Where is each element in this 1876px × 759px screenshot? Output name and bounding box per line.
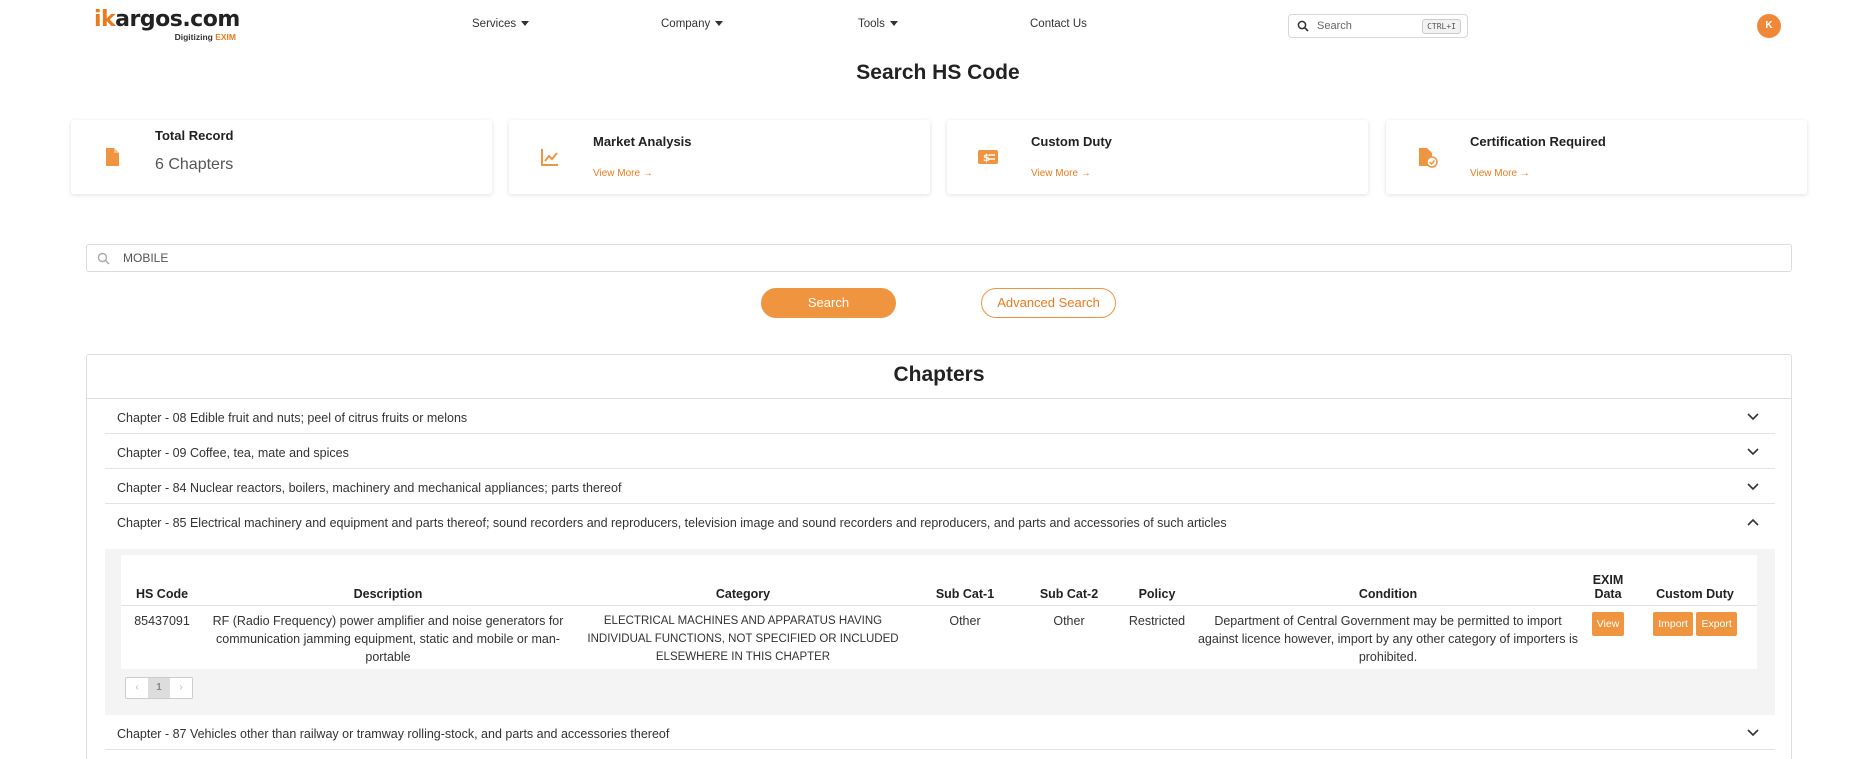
caret-down-icon [715, 21, 724, 27]
table-row: 85437091 RF (Radio Frequency) power ampl… [121, 605, 1757, 672]
cell-description: RF (Radio Frequency) power amplifier and… [212, 613, 564, 664]
chart-line-icon [541, 149, 558, 166]
export-button[interactable]: Export [1696, 611, 1737, 636]
chapter-title: Chapter - 08 Edible fruit and nuts; peel… [117, 411, 468, 425]
chapter-accordion-87[interactable]: Chapter - 87 Vehicles other than railway… [105, 715, 1775, 750]
logo-tagline-accent: EXIM [215, 32, 236, 42]
pagination-next-button[interactable]: › [170, 678, 192, 698]
table-header-row: HS Code Description Category Sub Cat-1 S… [121, 555, 1757, 606]
import-button[interactable]: Import [1653, 611, 1693, 636]
chapter-accordion-85[interactable]: Chapter - 85 Electrical machinery and eq… [105, 504, 1775, 539]
arrow-right-icon: → [1519, 168, 1530, 179]
caret-down-icon [889, 21, 898, 27]
card-title: Market Analysis [593, 134, 692, 149]
view-more-link[interactable]: View More → [1470, 168, 1530, 179]
page-title: Search HS Code [856, 61, 1020, 84]
cell-custom-duty: Import Export [1633, 605, 1757, 672]
view-more-link[interactable]: View More → [1031, 168, 1091, 179]
advanced-search-button[interactable]: Advanced Search [981, 288, 1116, 318]
card-total-record: Total Record 6 Chapters [71, 120, 492, 194]
card-certification-required[interactable]: Certification Required View More → [1386, 120, 1807, 194]
chapter-title: Chapter - 84 Nuclear reactors, boilers, … [117, 481, 622, 495]
brand-logo[interactable]: ikargos.com Digitizing EXIM [94, 8, 244, 44]
col-condition: Condition [1193, 555, 1583, 606]
col-sub-cat-2: Sub Cat-2 [1017, 555, 1121, 606]
arrow-right-icon: → [642, 168, 653, 179]
logo-name: argos.com [115, 7, 240, 32]
chapter-85-content: HS Code Description Category Sub Cat-1 S… [105, 549, 1775, 715]
top-navbar: ikargos.com Digitizing EXIM Services Com… [0, 0, 1876, 52]
chevron-down-icon [1747, 483, 1759, 491]
view-more-link[interactable]: View More → [593, 168, 653, 179]
svg-text:$: $ [983, 153, 990, 164]
chevron-down-icon [1747, 729, 1759, 737]
pagination-page-1[interactable]: 1 [148, 678, 170, 698]
pagination-prev-button[interactable]: ‹ [126, 678, 148, 698]
file-icon [106, 148, 119, 166]
chapter-title: Chapter - 09 Coffee, tea, mate and spice… [117, 446, 349, 460]
global-search-placeholder: Search [1317, 20, 1352, 32]
cell-hs-code: 85437091 [134, 613, 190, 628]
col-description: Description [203, 555, 573, 606]
search-icon [1297, 20, 1309, 32]
user-avatar[interactable]: K [1757, 14, 1781, 38]
chapter-title: Chapter - 85 Electrical machinery and eq… [117, 516, 1227, 530]
hs-code-table: HS Code Description Category Sub Cat-1 S… [121, 555, 1757, 669]
view-button[interactable]: View [1591, 611, 1625, 636]
chevron-down-icon [1747, 448, 1759, 456]
cell-category: ELECTRICAL MACHINES AND APPARATUS HAVING… [587, 614, 899, 663]
cell-policy: Restricted [1128, 613, 1186, 628]
nav-company[interactable]: Company [661, 18, 724, 30]
chevron-down-icon [1747, 413, 1759, 421]
hs-code-search-input[interactable] [123, 248, 1723, 268]
keyboard-shortcut-badge: CTRL+I [1422, 19, 1461, 34]
search-button[interactable]: Search [761, 288, 896, 318]
card-value: 6 Chapters [155, 156, 234, 173]
chapters-heading: Chapters [87, 355, 1791, 399]
chapter-accordion-09[interactable]: Chapter - 09 Coffee, tea, mate and spice… [105, 434, 1775, 469]
chapter-accordion-84[interactable]: Chapter - 84 Nuclear reactors, boilers, … [105, 469, 1775, 504]
col-policy: Policy [1121, 555, 1193, 606]
logo-prefix: ik [94, 7, 116, 32]
card-title: Total Record [155, 128, 234, 143]
col-sub-cat-1: Sub Cat-1 [913, 555, 1017, 606]
col-hs-code: HS Code [121, 555, 203, 606]
arrow-right-icon: → [1080, 168, 1091, 179]
pagination: ‹ 1 › [125, 677, 193, 699]
caret-down-icon [521, 21, 530, 27]
search-icon [97, 252, 110, 265]
global-search-box[interactable]: Search CTRL+I [1288, 14, 1468, 38]
chapter-title: Chapter - 87 Vehicles other than railway… [117, 727, 670, 741]
cell-sub-cat-1: Other [949, 613, 981, 628]
file-check-icon [1419, 148, 1438, 168]
col-category: Category [573, 555, 913, 606]
chevron-up-icon [1747, 518, 1759, 526]
card-market-analysis[interactable]: Market Analysis View More → [509, 120, 930, 194]
cell-condition: Department of Central Government may be … [1197, 613, 1579, 664]
hs-code-search-field[interactable] [86, 244, 1792, 272]
chapters-panel: Chapters Chapter - 08 Edible fruit and n… [86, 354, 1792, 759]
chapter-accordion-08[interactable]: Chapter - 08 Edible fruit and nuts; peel… [105, 399, 1775, 434]
card-title: Custom Duty [1031, 134, 1112, 149]
nav-tools[interactable]: Tools [858, 18, 898, 30]
card-title: Certification Required [1470, 134, 1606, 149]
cell-sub-cat-2: Other [1053, 613, 1085, 628]
card-custom-duty[interactable]: $ Custom Duty View More → [947, 120, 1368, 194]
nav-services[interactable]: Services [472, 18, 530, 30]
logo-tagline: Digitizing [174, 32, 213, 42]
col-custom-duty: Custom Duty [1633, 555, 1757, 606]
cell-exim-data: View [1583, 605, 1633, 672]
nav-contact-us[interactable]: Contact Us [1030, 18, 1087, 30]
money-bill-icon: $ [978, 150, 998, 164]
col-exim-data: EXIM Data [1583, 555, 1633, 606]
